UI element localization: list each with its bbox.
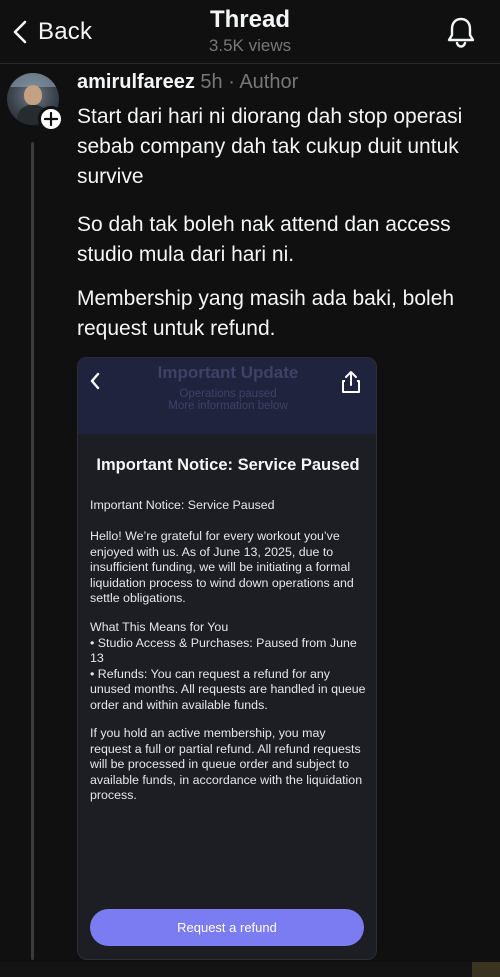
screenshot-top-bar: Important Update Operations paused More … xyxy=(78,358,376,434)
notice-section: What This Means for You • Studio Access … xyxy=(90,620,370,713)
thread-line xyxy=(31,142,34,960)
username[interactable]: amirulfareez xyxy=(77,71,195,93)
bottom-edge-accent xyxy=(472,962,500,977)
notice-text: Important Notice: Service Paused xyxy=(90,498,275,512)
post-meta: amirulfareez 5h · Author xyxy=(77,71,298,94)
notice-bullet: • Refunds: You can request a refund for … xyxy=(90,666,366,712)
share-icon xyxy=(342,371,360,393)
screenshot-top-subtitle: Operations paused xyxy=(179,388,277,400)
page-title: Thread xyxy=(209,6,290,33)
notice-heading: Important Notice: Service Paused xyxy=(96,456,360,474)
follow-button[interactable] xyxy=(38,106,64,132)
screenshot-top-subtitle: More information below xyxy=(168,400,288,412)
avatar-face xyxy=(24,85,42,105)
post-time: 5h xyxy=(200,71,223,93)
author-badge: Author xyxy=(239,71,299,93)
thread-header: Back Thread 3.5K views xyxy=(0,0,500,64)
view-count: 3.5K views xyxy=(208,36,292,55)
bell-icon[interactable] xyxy=(444,15,478,49)
post-paragraph: So dah tak boleh nak attend dan access s… xyxy=(77,213,451,266)
post-paragraph: Start dari hari ni diorang dah stop oper… xyxy=(77,105,463,188)
bottom-edge xyxy=(0,962,500,977)
post-paragraph: Membership yang masih ada baki, boleh re… xyxy=(77,287,455,340)
meta-separator: · xyxy=(222,71,240,93)
notice-section-title: What This Means for You xyxy=(90,620,229,634)
request-refund-button: Request a refund xyxy=(90,909,364,946)
notice-bullet: • Studio Access & Purchases: Paused from… xyxy=(90,635,357,666)
embedded-screenshot[interactable]: Important Update Operations paused More … xyxy=(77,357,377,960)
screenshot-top-title: Important Update xyxy=(157,363,299,382)
plus-icon xyxy=(44,112,58,126)
header-title-group: Thread 3.5K views xyxy=(0,6,500,56)
notice-text: If you hold an active membership, you ma… xyxy=(90,726,363,802)
notice-text: Hello! We’re grateful for every workout … xyxy=(90,529,354,605)
